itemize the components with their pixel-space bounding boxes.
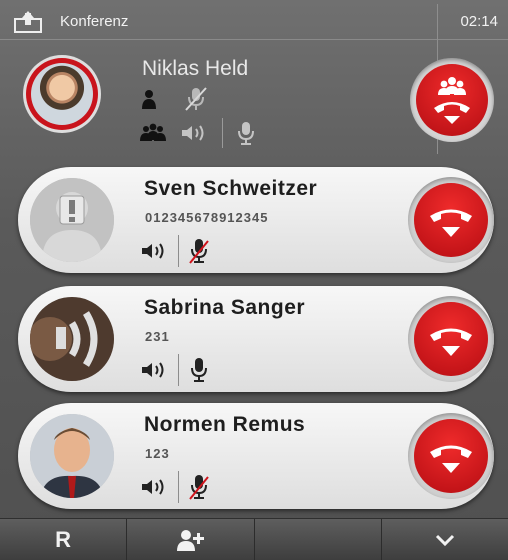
control-separator <box>222 118 223 148</box>
participant-controls <box>140 471 211 503</box>
end-call-button[interactable] <box>408 177 494 263</box>
participant-number: 123 <box>145 446 170 461</box>
participant-controls <box>140 354 211 386</box>
more-button[interactable] <box>382 519 508 560</box>
control-separator <box>178 354 179 386</box>
participant-card: Sven Schweitzer 012345678912345 <box>18 167 494 273</box>
participant-card: Sabrina Sanger 231 <box>18 286 494 392</box>
participant-avatar-placeholder <box>30 178 114 262</box>
mic-muted-icon <box>185 87 207 111</box>
person-icon <box>142 90 156 109</box>
add-participant-button[interactable] <box>127 519 255 560</box>
unknown-person-icon <box>30 178 114 262</box>
add-person-icon <box>177 529 205 551</box>
end-call-button[interactable] <box>408 413 494 499</box>
participant-name: Sabrina Sanger <box>144 296 306 319</box>
participant-number: 012345678912345 <box>145 210 269 225</box>
r-button[interactable]: R <box>0 519 128 560</box>
participant-photo <box>30 414 114 498</box>
microphone-icon[interactable] <box>235 120 257 146</box>
speaking-indicator-icon <box>30 297 114 381</box>
control-separator <box>178 471 179 503</box>
speaker-icon[interactable] <box>140 241 170 261</box>
speaker-icon[interactable] <box>140 360 170 380</box>
participant-name: Normen Remus <box>144 413 306 436</box>
hang-up-icon <box>430 328 472 356</box>
host-section: Niklas Held <box>0 40 508 160</box>
participant-number: 231 <box>145 329 170 344</box>
mic-muted-icon[interactable] <box>187 237 211 265</box>
end-conference-button[interactable] <box>410 58 494 142</box>
end-conference-icon <box>434 77 470 124</box>
participant-name: Sven Schweitzer <box>144 177 318 200</box>
call-duration: 02:14 <box>460 13 498 30</box>
hang-up-icon <box>430 445 472 473</box>
host-status-row <box>140 86 208 112</box>
participant-avatar-speaking <box>30 297 114 381</box>
speaker-icon[interactable] <box>180 123 210 143</box>
participant-card: Normen Remus 123 <box>18 403 494 509</box>
host-avatar <box>26 58 98 130</box>
participant-avatar <box>30 414 114 498</box>
toolbar-empty-slot[interactable] <box>255 519 382 560</box>
host-name: Niklas Held <box>142 57 249 80</box>
participant-controls <box>140 235 211 267</box>
end-call-button[interactable] <box>408 296 494 382</box>
group-icon[interactable] <box>138 123 168 143</box>
bottom-toolbar: R <box>0 518 508 560</box>
chevron-down-icon <box>435 534 454 546</box>
r-button-label: R <box>55 526 72 552</box>
top-bar: Konferenz 02:14 <box>0 0 508 154</box>
microphone-icon[interactable] <box>187 356 211 384</box>
conference-app-icon <box>14 11 42 33</box>
control-separator <box>178 235 179 267</box>
mic-muted-icon[interactable] <box>187 473 211 501</box>
speaker-icon[interactable] <box>140 477 170 497</box>
page-title: Konferenz <box>60 13 129 30</box>
hang-up-icon <box>430 209 472 237</box>
host-conference-controls <box>138 118 257 148</box>
